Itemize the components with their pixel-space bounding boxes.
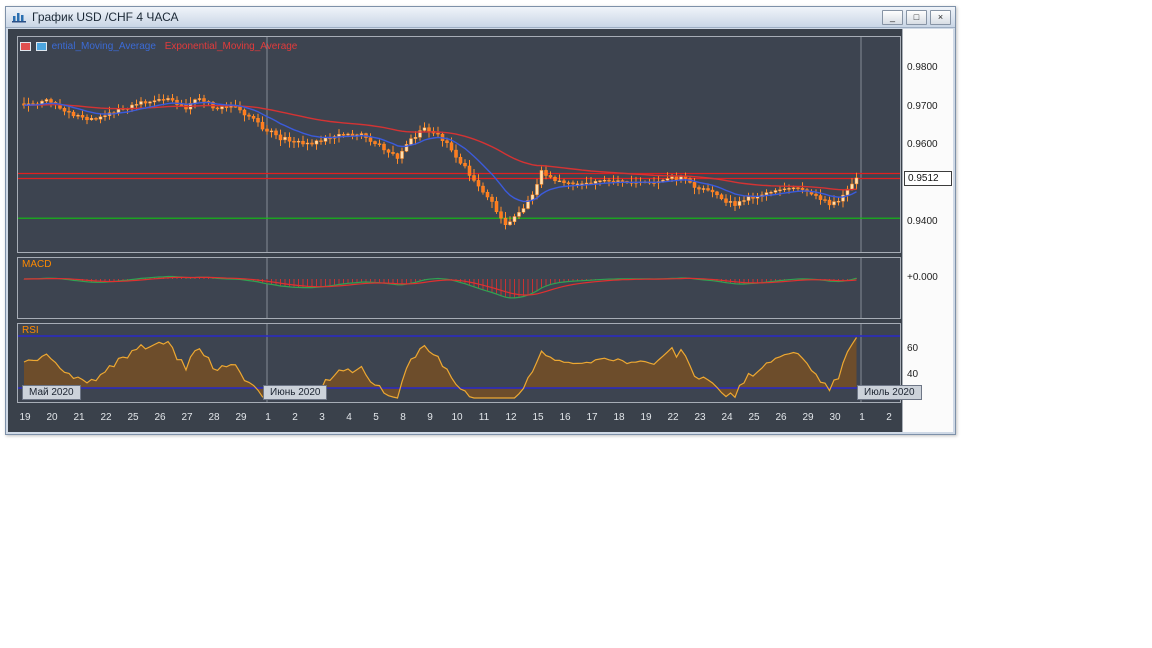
ema-slow-label: Exponential_Moving_Average [164,41,298,52]
date-label: 20 [46,412,58,423]
date-label: 10 [451,412,463,423]
date-label: 11 [478,412,490,423]
date-label: 26 [775,412,787,423]
date-label: 21 [73,412,85,423]
time-axis: 19 20 21 22 25 26 27 28 29 1 2 3 4 5 8 9 10 11 12 15 16 17 18 1… [8,403,902,430]
date-label: 8 [400,412,406,423]
date-label: 22 [100,412,112,423]
minimize-button[interactable]: _ [882,9,903,25]
date-label: 19 [19,412,31,423]
date-label: 22 [667,412,679,423]
date-label: 25 [748,412,760,423]
date-label: 9 [427,412,433,423]
month-label: Июнь 2020 [263,385,328,400]
ema-fast-label: ential_Moving_Average [51,41,156,52]
date-label: 26 [154,412,166,423]
date-label: 19 [640,412,652,423]
macd-chart [23,258,862,318]
date-label: 29 [235,412,247,423]
rsi-label: RSI [22,325,39,336]
date-label: 1 [859,412,865,423]
macd-scale-label: +0.000 [907,272,938,283]
red-indicator-chip[interactable] [20,41,31,51]
macd-panel[interactable]: MACD [17,257,901,319]
date-label: 2 [886,412,892,423]
date-label: 4 [346,412,352,423]
close-button[interactable]: × [930,9,951,25]
date-label: 12 [505,412,517,423]
date-label: 27 [181,412,193,423]
date-label: 28 [208,412,220,423]
restore-button[interactable]: □ [906,9,927,25]
price-scale-label: 0.9700 [907,101,938,112]
date-label: 3 [319,412,325,423]
chart-area: MACD RSI ential_Moving_Average Exponenti… [8,29,953,432]
month-label: Июль 2020 [857,385,922,400]
chart-window: График USD /CHF 4 ЧАСА _ □ × MACD RSI en… [5,6,956,435]
current-price-box: 0.9512 [904,171,952,186]
date-label: 2 [292,412,298,423]
rsi-scale-label: 60 [907,343,919,354]
date-label: 23 [694,412,706,423]
date-label: 30 [829,412,841,423]
date-label: 24 [721,412,733,423]
date-label: 16 [559,412,571,423]
rsi-chart [18,324,900,402]
rsi-scale-label: 40 [907,369,919,380]
window-title: График USD /CHF 4 ЧАСА [32,10,179,24]
chart-icon [12,11,26,23]
price-scale-label: 0.9800 [907,62,938,73]
rsi-panel[interactable]: RSI [17,323,901,403]
blue-indicator-chip[interactable] [35,41,47,51]
month-label: Май 2020 [22,385,81,400]
price-scale-label: 0.9400 [907,216,938,227]
date-label: 18 [613,412,625,423]
candlestick-chart [18,37,900,252]
date-label: 1 [265,412,271,423]
date-label: 29 [802,412,814,423]
desktop: График USD /CHF 4 ЧАСА _ □ × MACD RSI en… [0,0,1152,648]
price-scale: 0.9512 0.9800 0.9700 0.9600 0.9400 +0.000 60 4… [902,29,953,432]
price-scale-label: 0.9600 [907,139,938,150]
titlebar[interactable]: График USD /CHF 4 ЧАСА _ □ × [6,7,955,28]
date-label: 17 [586,412,598,423]
date-label: 25 [127,412,139,423]
date-label: 5 [373,412,379,423]
price-panel[interactable] [17,36,901,253]
indicator-legend: ential_Moving_Average Exponential_Moving… [20,41,297,52]
macd-label: MACD [22,259,52,270]
date-label: 15 [532,412,544,423]
